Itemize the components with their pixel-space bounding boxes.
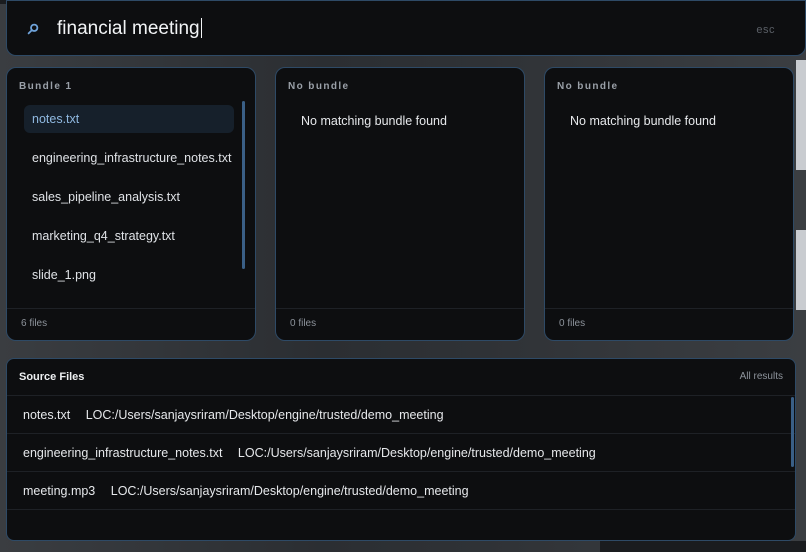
desktop-window-fragment bbox=[796, 60, 806, 170]
search-icon bbox=[27, 23, 39, 35]
bundle-file-count: 0 files bbox=[559, 318, 586, 329]
bundle-scrollbar[interactable] bbox=[242, 101, 245, 269]
desktop-window-fragment bbox=[796, 230, 806, 310]
search-bar[interactable]: financial meeting esc bbox=[6, 0, 806, 56]
bundle-divider bbox=[7, 308, 255, 309]
empty-bundle-message: No matching bundle found bbox=[301, 114, 447, 128]
source-file-name: engineering_infrastructure_notes.txt bbox=[23, 446, 223, 460]
empty-bundle-message: No matching bundle found bbox=[570, 114, 716, 128]
source-file-location: LOC:/Users/sanjaysriram/Desktop/engine/t… bbox=[85, 408, 444, 422]
bundle-card-2: No bundle No matching bundle found 0 fil… bbox=[275, 67, 525, 341]
source-file-location: LOC:/Users/sanjaysriram/Desktop/engine/t… bbox=[110, 484, 469, 498]
source-file-name: notes.txt bbox=[23, 408, 71, 422]
source-file-row-empty bbox=[7, 509, 795, 540]
bundle-card-3: No bundle No matching bundle found 0 fil… bbox=[544, 67, 794, 341]
bundle-file-count: 0 files bbox=[290, 318, 317, 329]
bundle-title: Bundle 1 bbox=[19, 81, 73, 92]
bundle-title: No bundle bbox=[557, 81, 619, 92]
source-file-row[interactable]: engineering_infrastructure_notes.txt LOC… bbox=[7, 433, 795, 471]
bundle-file-item[interactable]: engineering_infrastructure_notes.txt bbox=[24, 144, 234, 172]
source-files-panel: Source Files All results notes.txt LOC:/… bbox=[6, 358, 796, 541]
desktop-dock-fragment bbox=[600, 541, 806, 552]
bundle-file-item[interactable]: sales_pipeline_analysis.txt bbox=[24, 183, 234, 211]
source-file-row[interactable]: meeting.mp3 LOC:/Users/sanjaysriram/Desk… bbox=[7, 471, 795, 509]
search-input[interactable]: financial meeting bbox=[57, 18, 202, 40]
all-results-link[interactable]: All results bbox=[740, 371, 783, 382]
bundle-file-item[interactable]: slide_1.png bbox=[24, 261, 234, 289]
bundle-divider bbox=[276, 308, 524, 309]
source-file-row[interactable]: notes.txt LOC:/Users/sanjaysriram/Deskto… bbox=[7, 395, 795, 433]
esc-hint[interactable]: esc bbox=[756, 24, 775, 36]
source-file-location: LOC:/Users/sanjaysriram/Desktop/engine/t… bbox=[237, 446, 596, 460]
bundle-title: No bundle bbox=[288, 81, 350, 92]
bundle-file-item[interactable]: marketing_q4_strategy.txt bbox=[24, 222, 234, 250]
source-files-scrollbar[interactable] bbox=[791, 397, 794, 467]
bundle-file-item[interactable]: notes.txt bbox=[24, 105, 234, 133]
search-query-text: financial meeting bbox=[57, 18, 200, 39]
source-file-name: meeting.mp3 bbox=[23, 484, 96, 498]
source-files-title: Source Files bbox=[19, 371, 85, 383]
text-caret bbox=[200, 18, 202, 38]
bundle-divider bbox=[545, 308, 793, 309]
bundle-card-1: Bundle 1 notes.txt engineering_infrastru… bbox=[6, 67, 256, 341]
bundle-file-count: 6 files bbox=[21, 318, 48, 329]
